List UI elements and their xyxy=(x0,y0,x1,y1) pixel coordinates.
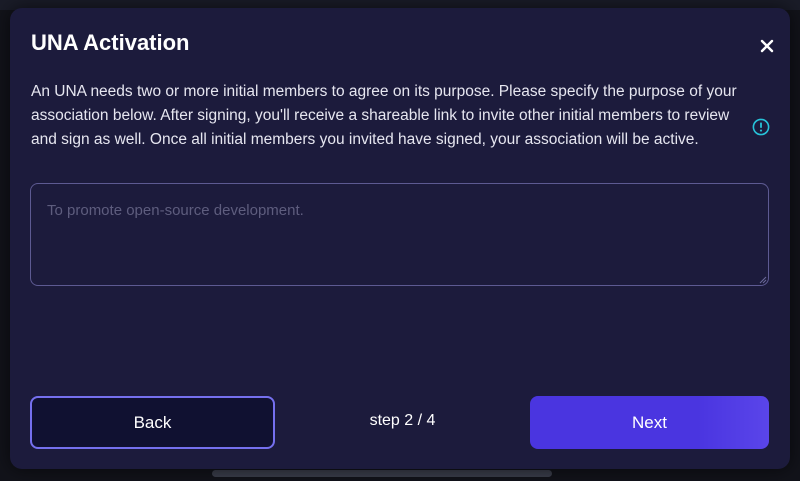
background-scrollbar xyxy=(212,470,552,477)
back-button[interactable]: Back xyxy=(30,396,275,449)
close-button[interactable] xyxy=(755,34,779,58)
info-icon[interactable] xyxy=(752,118,770,136)
una-activation-modal: UNA Activation An UNA needs two or more … xyxy=(10,8,790,469)
resize-grip-icon[interactable] xyxy=(759,276,767,284)
next-button[interactable]: Next xyxy=(530,396,769,449)
purpose-input[interactable] xyxy=(30,183,769,286)
modal-description: An UNA needs two or more initial members… xyxy=(31,83,737,148)
close-icon xyxy=(760,39,774,53)
modal-title: UNA Activation xyxy=(31,30,190,55)
step-indicator: step 2 / 4 xyxy=(369,412,436,429)
